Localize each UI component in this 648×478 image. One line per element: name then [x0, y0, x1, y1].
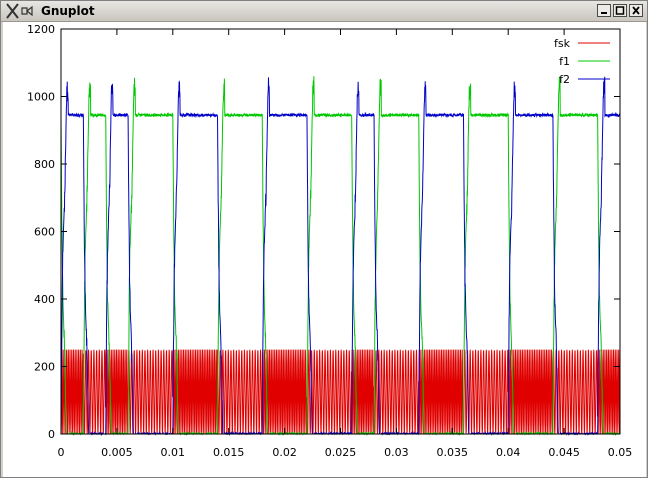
gnuplot-window: Gnuplot 0 0.005 0.01 0.015 0.02 0.025 0.03 0.03… — [0, 0, 648, 478]
x-tick-label: 0.025 — [325, 446, 357, 459]
x-logo-icon[interactable] — [5, 3, 39, 19]
chart: 0 0.005 0.01 0.015 0.02 0.025 0.03 0.035 0.04 0.0… — [3, 22, 646, 477]
x-tick-label: 0.02 — [272, 446, 297, 459]
maximize-button[interactable] — [613, 4, 627, 17]
x-tick-label: 0.035 — [437, 446, 469, 459]
legend-label-fsk: fsk — [554, 37, 571, 50]
legend-label-f2: f2 — [559, 73, 570, 86]
maximize-icon — [615, 6, 625, 15]
legend-label-f1: f1 — [559, 55, 570, 68]
x-tick-label: 0.005 — [101, 446, 133, 459]
x-tick-label: 0.05 — [608, 446, 633, 459]
x-tick-label: 0.045 — [548, 446, 580, 459]
x-tick-label: 0.01 — [161, 446, 186, 459]
close-icon — [632, 6, 640, 15]
x-tick-label: 0.04 — [496, 446, 521, 459]
y-tick-label: 200 — [34, 361, 55, 374]
x-tick-label: 0.03 — [384, 446, 409, 459]
y-tick-label: 800 — [34, 158, 55, 171]
y-tick-label: 1200 — [27, 23, 55, 36]
y-tick-label: 1000 — [27, 91, 55, 104]
x-tick-label: 0 — [58, 446, 65, 459]
y-tick-label: 600 — [34, 226, 55, 239]
title-bar[interactable]: Gnuplot — [1, 1, 647, 22]
window-title: Gnuplot — [41, 4, 95, 18]
close-button[interactable] — [629, 4, 643, 17]
y-tick-label: 400 — [34, 293, 55, 306]
y-tick-label: 0 — [48, 428, 55, 441]
plot-canvas: 0 0.005 0.01 0.015 0.02 0.025 0.03 0.035 0.04 0.0… — [3, 22, 646, 477]
minimize-button[interactable] — [597, 4, 611, 17]
x-tick-label: 0.015 — [213, 446, 245, 459]
minimize-icon — [601, 12, 607, 14]
